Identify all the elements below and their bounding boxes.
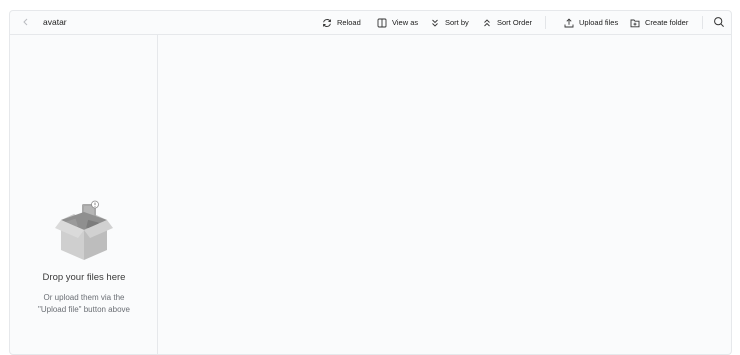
sort-by-label: Sort by — [445, 18, 469, 27]
file-list-area[interactable] — [159, 35, 731, 355]
empty-state-title: Drop your files here — [42, 272, 126, 283]
file-explorer: avatar Reload View as Sort by Sort Order… — [9, 10, 732, 355]
empty-box-illustration — [55, 200, 113, 260]
reload-icon — [322, 18, 332, 27]
toolbar-divider — [702, 16, 703, 29]
create-folder-label: Create folder — [645, 18, 689, 27]
folder-plus-icon — [630, 19, 640, 27]
create-folder-button[interactable]: Create folder — [630, 15, 688, 30]
search-icon — [714, 17, 724, 27]
sort-order-button[interactable]: Sort Order — [482, 15, 532, 30]
chevrons-up-icon — [484, 18, 490, 26]
folder-title: avatar — [43, 17, 67, 27]
folder-column[interactable]: Drop your files here Or upload them via … — [10, 35, 158, 355]
upload-files-label: Upload files — [579, 18, 619, 27]
columns-icon — [377, 18, 387, 27]
upload-files-button[interactable]: Upload files — [564, 15, 618, 30]
sort-order-label: Sort Order — [497, 18, 533, 27]
back-button[interactable] — [20, 16, 32, 28]
toolbar: avatar Reload View as Sort by Sort Order… — [10, 11, 731, 35]
upload-icon — [564, 17, 574, 27]
view-as-label: View as — [392, 18, 419, 27]
sort-by-button[interactable]: Sort by — [430, 15, 469, 30]
empty-state-subtitle: Or upload them via the "Upload file" but… — [38, 293, 130, 314]
toolbar-divider — [545, 16, 546, 29]
reload-label: Reload — [337, 18, 361, 27]
reload-button[interactable]: Reload — [322, 15, 361, 30]
chevrons-down-icon — [432, 19, 438, 27]
chevron-left-icon — [23, 18, 28, 26]
search-button[interactable] — [713, 16, 725, 28]
empty-state: Drop your files here Or upload them via … — [10, 200, 158, 316]
view-as-button[interactable]: View as — [377, 15, 418, 30]
